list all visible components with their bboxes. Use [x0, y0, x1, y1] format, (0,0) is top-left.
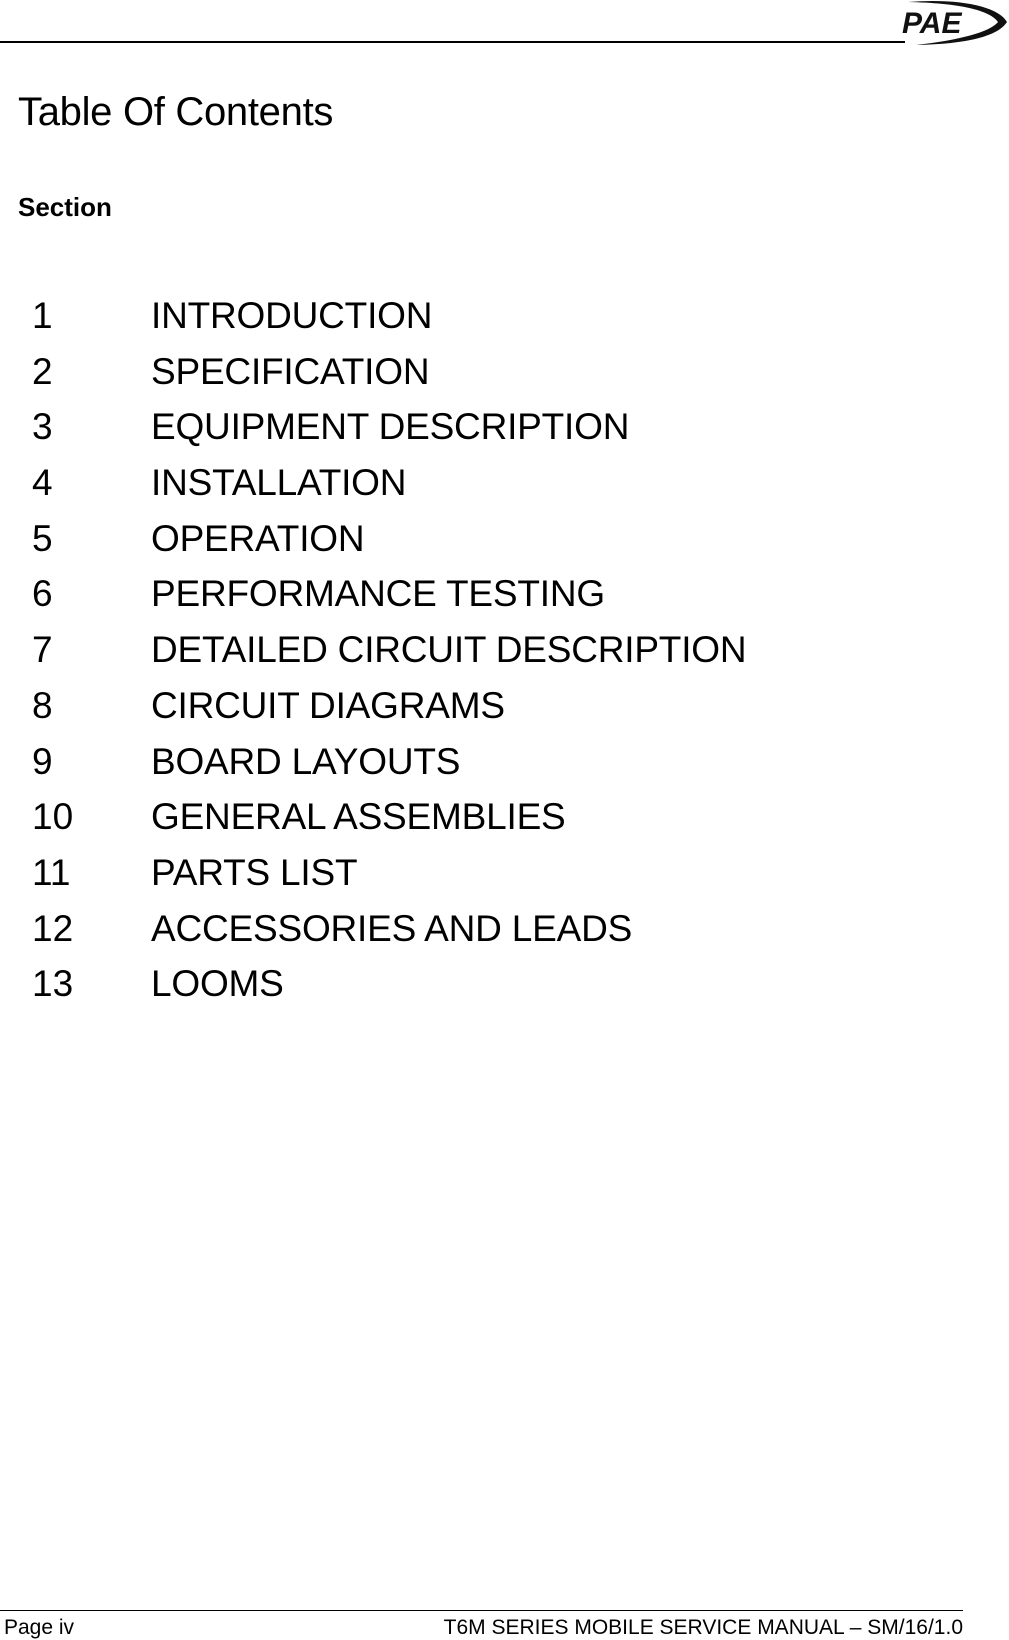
- toc-title[interactable]: ACCESSORIES AND LEADS: [151, 910, 632, 947]
- toc-title[interactable]: PERFORMANCE TESTING: [151, 575, 605, 612]
- toc-title[interactable]: OPERATION: [151, 520, 365, 557]
- pae-logo-icon: PAE: [902, 0, 1007, 46]
- footer-page-number: Page iv: [4, 1616, 75, 1639]
- toc-item-operation[interactable]: 5 OPERATION: [32, 520, 746, 576]
- toc-title[interactable]: CIRCUIT DIAGRAMS: [151, 687, 505, 724]
- toc-title[interactable]: DETAILED CIRCUIT DESCRIPTION: [151, 631, 747, 668]
- page-title: Table Of Contents: [18, 90, 334, 134]
- toc-number: 7: [32, 629, 53, 671]
- toc-item-detailed-circuit-description[interactable]: 7 DETAILED CIRCUIT DESCRIPTION: [32, 629, 747, 687]
- toc-title[interactable]: BOARD LAYOUTS: [151, 743, 460, 780]
- toc-item-introduction[interactable]: 1 INTRODUCTION: [32, 297, 746, 353]
- toc-number: 5: [32, 517, 53, 559]
- footer-manual-title: T6M SERIES MOBILE SERVICE MANUAL – SM/16…: [443, 1616, 963, 1639]
- toc-title[interactable]: EQUIPMENT DESCRIPTION: [151, 408, 629, 445]
- toc-title[interactable]: INSTALLATION: [151, 464, 406, 501]
- toc-item-board-layouts[interactable]: 9 BOARD LAYOUTS: [32, 743, 746, 799]
- toc-number: 1: [32, 295, 53, 336]
- toc-number: 11: [32, 851, 71, 893]
- toc-number: 12: [32, 907, 74, 949]
- toc-title[interactable]: SPECIFICATION: [151, 353, 430, 390]
- toc-item-accessories-and-leads[interactable]: 12 ACCESSORIES AND LEADS: [32, 910, 746, 966]
- toc-title[interactable]: GENERAL ASSEMBLIES: [151, 798, 566, 835]
- toc-item-parts-list[interactable]: 11 PARTS LIST: [32, 854, 746, 910]
- toc-item-installation[interactable]: 4 INSTALLATION: [32, 464, 746, 520]
- toc-number: 4: [32, 462, 53, 504]
- footer-rule: [0, 1610, 963, 1611]
- toc-number: 9: [32, 740, 53, 782]
- toc-number: 2: [32, 350, 53, 392]
- toc-title[interactable]: LOOMS: [151, 965, 284, 1002]
- toc-number: 13: [32, 963, 74, 1005]
- toc-title[interactable]: PARTS LIST: [151, 854, 358, 891]
- toc-item-general-assemblies[interactable]: 10 GENERAL ASSEMBLIES: [32, 798, 746, 854]
- toc-item-equipment-description[interactable]: 3 EQUIPMENT DESCRIPTION: [32, 408, 746, 464]
- toc-item-specification[interactable]: 2 SPECIFICATION: [32, 353, 746, 409]
- toc-number: 10: [32, 796, 74, 838]
- header-rule: [0, 41, 905, 43]
- logo-text: PAE: [902, 7, 962, 40]
- toc-list: 1 INTRODUCTION 2 SPECIFICATION 3 EQUIPME…: [32, 297, 747, 1021]
- toc-number: 8: [32, 684, 53, 726]
- section-label: Section: [18, 192, 112, 222]
- toc-number: 3: [32, 406, 53, 448]
- toc-title[interactable]: INTRODUCTION: [151, 297, 432, 334]
- toc-item-circuit-diagrams[interactable]: 8 CIRCUIT DIAGRAMS: [32, 687, 746, 743]
- toc-number: 6: [32, 573, 53, 615]
- toc-item-looms[interactable]: 13 LOOMS: [32, 965, 746, 1021]
- toc-item-performance-testing[interactable]: 6 PERFORMANCE TESTING: [32, 575, 746, 631]
